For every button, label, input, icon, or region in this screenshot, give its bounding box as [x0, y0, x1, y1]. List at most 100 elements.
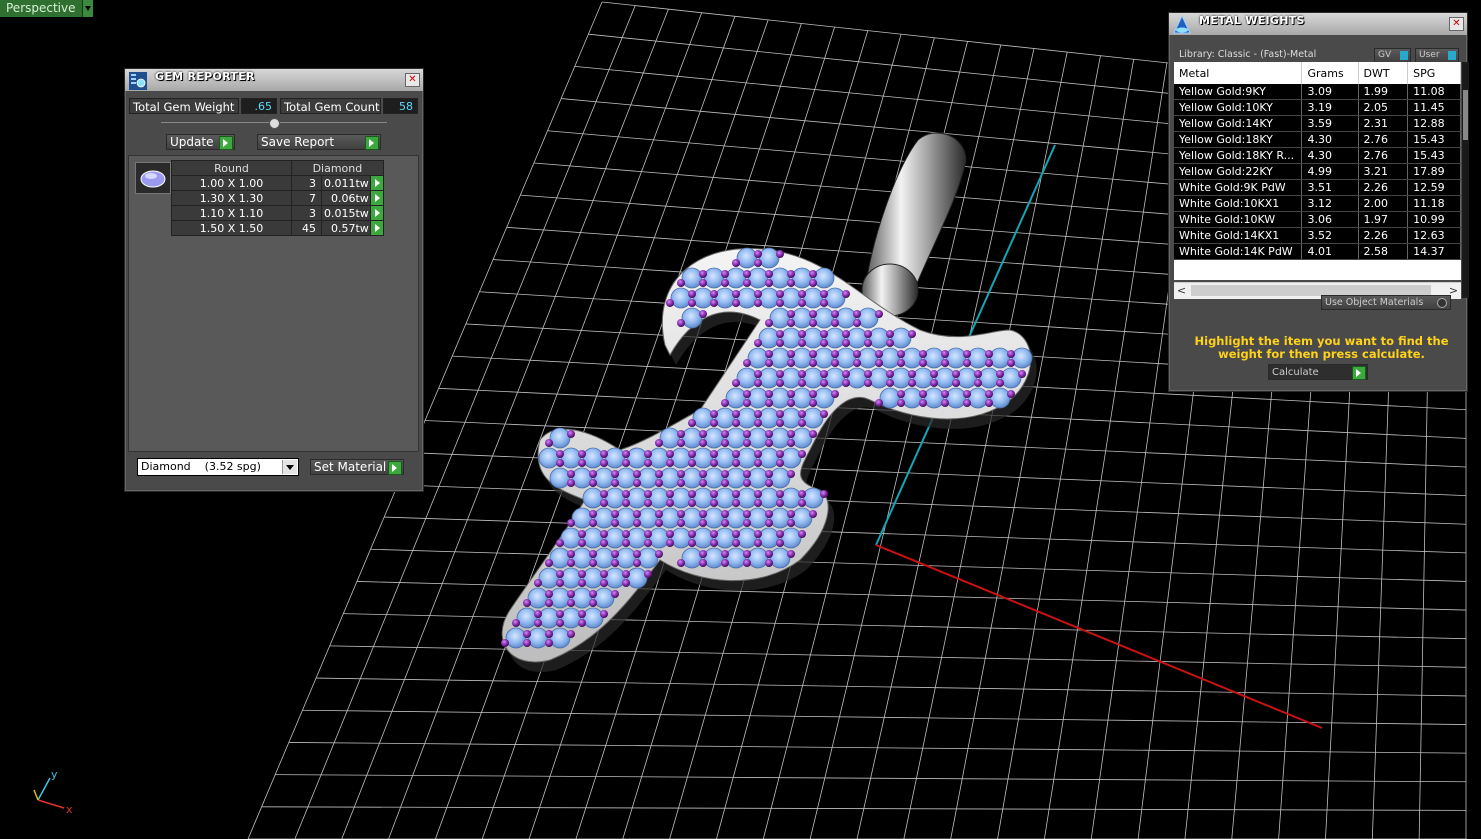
gem-stone — [637, 467, 659, 489]
prong — [809, 390, 817, 398]
gem-table-row[interactable]: 1.00 X 1.00 3 0.011tw — [171, 175, 384, 191]
update-button[interactable]: Update — [166, 134, 235, 150]
pendant-letter-body[interactable] — [501, 247, 1037, 672]
metal-table-row[interactable]: White Gold:10KX1 3.12 2.00 11.18 — [1174, 195, 1461, 212]
prong — [556, 579, 564, 587]
prong — [831, 310, 839, 318]
spg-cell: 17.89 — [1407, 163, 1461, 180]
spg-header[interactable]: SPG — [1407, 62, 1461, 84]
prong — [633, 519, 641, 527]
metal-table-row[interactable]: Yellow Gold:14KY 3.59 2.31 12.88 — [1174, 115, 1461, 132]
select-row-arrow-icon[interactable] — [369, 220, 384, 236]
metal-table-row[interactable]: White Gold:14KX1 3.52 2.26 12.63 — [1174, 227, 1461, 244]
prong — [644, 459, 652, 467]
gem-reporter-titlebar[interactable]: GEM REPORTER ✕ — [125, 69, 423, 91]
prong — [721, 439, 729, 447]
splitter-knob-icon[interactable] — [269, 118, 280, 129]
gem-table-row[interactable]: 1.30 X 1.30 7 0.06tw — [171, 190, 384, 206]
grams-cell: 4.01 — [1301, 243, 1359, 260]
prong — [765, 270, 773, 278]
gem-stone — [923, 387, 945, 409]
gem-table: Round Diamond 1.00 X 1.00 3 0.011tw 1.30 X … — [171, 160, 384, 236]
pendant-bail[interactable] — [861, 132, 967, 317]
prong — [567, 590, 575, 598]
prong — [545, 559, 553, 567]
gem-table-row[interactable]: 1.50 X 1.50 45 0.57tw — [171, 220, 384, 236]
grams-header[interactable]: Grams — [1301, 62, 1359, 84]
prong — [754, 419, 762, 427]
gem-table-row[interactable]: 1.10 X 1.10 3 0.015tw — [171, 205, 384, 221]
calculate-button[interactable]: Calculate — [1268, 364, 1368, 380]
prong — [622, 579, 630, 587]
metal-weights-titlebar[interactable]: METAL WEIGHTS ✕ — [1169, 13, 1467, 35]
prong — [930, 370, 938, 378]
prong — [1007, 350, 1015, 358]
gem-stone — [813, 307, 835, 329]
prong — [545, 590, 553, 598]
prong — [908, 379, 916, 387]
select-row-arrow-icon[interactable] — [369, 205, 384, 221]
chevron-down-icon[interactable] — [82, 0, 93, 17]
close-icon[interactable]: ✕ — [1449, 17, 1464, 31]
gem-size-cell: 1.00 X 1.00 — [171, 175, 292, 191]
gem-shape-header: Round — [171, 160, 292, 176]
gem-stone — [703, 547, 725, 569]
chevron-down-icon[interactable] — [282, 460, 297, 474]
save-report-button[interactable]: Save Report — [257, 134, 381, 150]
prong — [721, 470, 729, 478]
gem-stone — [813, 347, 835, 369]
prong — [765, 390, 773, 398]
prong — [710, 499, 718, 507]
close-icon[interactable]: ✕ — [405, 73, 420, 87]
gv-toggle[interactable]: GV — [1374, 48, 1411, 63]
gem-stone — [967, 387, 989, 409]
gem-stone — [604, 567, 626, 589]
metal-table-row[interactable]: Yellow Gold:9KY 3.09 1.99 11.08 — [1174, 84, 1461, 100]
metal-table-row[interactable]: Yellow Gold:10KY 3.19 2.05 11.45 — [1174, 99, 1461, 116]
use-object-materials-toggle[interactable]: Use Object Materials — [1321, 295, 1451, 310]
set-material-button[interactable]: Set Material — [310, 459, 404, 475]
prong — [842, 370, 850, 378]
update-button-label: Update — [170, 135, 214, 149]
round-gem-thumbnail[interactable] — [135, 162, 171, 194]
gem-stone — [912, 367, 934, 389]
prong — [864, 330, 872, 338]
metal-table-row[interactable]: Yellow Gold:18KY 4.30 2.76 15.43 — [1174, 131, 1461, 148]
metal-header[interactable]: Metal — [1174, 62, 1303, 84]
prong — [622, 539, 630, 547]
prong — [545, 599, 553, 607]
metal-table-row[interactable]: Yellow Gold:22KY 4.99 3.21 17.89 — [1174, 163, 1461, 180]
prong — [754, 530, 762, 538]
viewport-label[interactable]: Perspective — [0, 0, 83, 17]
metal-table-row[interactable]: Yellow Gold:18KY R... 4.30 2.76 15.43 — [1174, 147, 1461, 164]
gem-stone — [714, 287, 736, 309]
metal-table-row[interactable]: White Gold:9K PdW 3.51 2.26 12.59 — [1174, 179, 1461, 196]
material-select[interactable]: Diamond (3.52 spg) — [137, 458, 299, 476]
chevron-left-icon[interactable]: < — [1174, 283, 1189, 299]
prong — [798, 370, 806, 378]
metal-table-row[interactable]: White Gold:14K PdW 4.01 2.58 14.37 — [1174, 243, 1461, 260]
prong — [864, 370, 872, 378]
prong — [710, 410, 718, 418]
prong — [787, 550, 795, 558]
prong — [754, 250, 762, 258]
select-row-arrow-icon[interactable] — [369, 175, 384, 191]
prong — [567, 550, 575, 558]
metal-table-row[interactable]: White Gold:10KW 3.06 1.97 10.99 — [1174, 211, 1461, 228]
gem-stone — [582, 447, 604, 469]
grid-line — [302, 709, 1467, 725]
select-row-arrow-icon[interactable] — [369, 190, 384, 206]
prong — [754, 339, 762, 347]
dwt-header[interactable]: DWT — [1358, 62, 1409, 84]
metal-table-container[interactable]: Metal Grams DWT SPG Yellow Gold:9KY 3.09 1… — [1174, 62, 1461, 280]
gem-stone — [604, 527, 626, 549]
gem-stone — [549, 547, 571, 569]
prong — [699, 279, 707, 287]
viewport-view-menu[interactable]: Perspective — [0, 0, 93, 17]
prong — [776, 379, 784, 387]
scroll-thumb[interactable] — [1463, 90, 1468, 140]
vertical-scrollbar[interactable] — [1462, 62, 1469, 298]
prong — [776, 250, 784, 258]
prong — [589, 559, 597, 567]
user-toggle[interactable]: User — [1415, 48, 1459, 63]
